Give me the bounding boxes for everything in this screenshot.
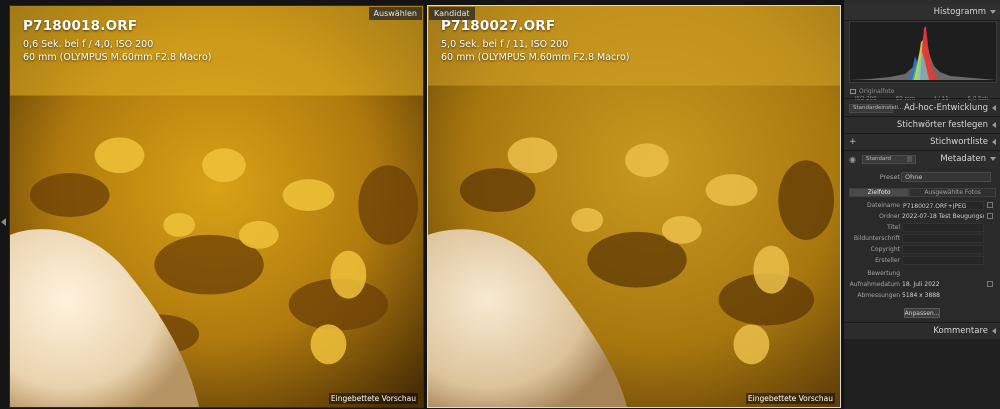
field-label: Copyright [870,246,900,253]
comments-header[interactable]: Kommentare [844,323,1000,339]
histogram-chart [850,26,996,80]
original-photo-label: Originalfoto [859,88,895,95]
photo-lens: 60 mm (OLYMPUS M.60mm F2.8 Macro) [23,52,212,63]
metadata-view-select[interactable]: Standard [861,154,916,164]
customize-button[interactable]: Anpassen... [904,308,940,318]
add-keyword-button[interactable]: + [849,137,857,147]
divider [844,98,1000,99]
right-panel: Histogramm ISO 200 60 mm f / 11 5,0 Sek.… [843,0,1000,409]
keywording-title: Stichwörter festlegen [896,120,988,130]
field-filename: Dateiname P7180027.ORF+JPEG [844,201,1000,211]
metadata-header[interactable]: ◉ Standard Metadaten [844,151,1000,167]
field-title: Titel [844,223,1000,233]
filename-input[interactable]: P7180027.ORF+JPEG [902,201,984,210]
photo-exposure: 0,6 Sek. bei f / 4,0, ISO 200 [23,39,154,50]
field-folder: Ordner 2022-07-18 Test Beugungsuns... [844,212,1000,222]
edit-icon[interactable] [987,202,993,208]
photo-exposure: 5,0 Sek. bei f / 11, ISO 200 [441,39,569,50]
select-badge: Auswählen [368,7,422,20]
field-label: Dateiname [866,202,900,209]
field-label: Bildunterschrift [853,235,900,242]
tab-selected-photos[interactable]: Ausgewählte Fotos [909,188,996,197]
collapse-icon [990,157,996,161]
keyword-list-header[interactable]: + Stichwortliste [844,134,1000,150]
embedded-preview-label: Eingebettete Vorschau [745,393,835,404]
checkbox-icon [850,89,856,94]
field-rating: Bewertung [844,269,1000,279]
field-label: Titel [887,224,900,231]
panel-empty-area [844,339,1000,409]
quick-develop-preset-select[interactable]: Standardeinstell... [849,103,903,113]
embedded-preview-label: Eingebettete Vorschau [328,393,418,404]
expand-icon [992,122,996,128]
quick-develop-preset-value: Standardeinstell... [853,105,904,111]
caption-input[interactable] [902,234,984,243]
keyword-list-title: Stichwortliste [930,137,988,147]
tab-target-photo[interactable]: Zielfoto [849,188,910,197]
photo-lens: 60 mm (OLYMPUS M.60mm F2.8 Macro) [441,52,630,63]
metadata-body: Preset Ohne Zielfoto Ausgewählte Fotos D… [844,167,1000,322]
folder-value: 2022-07-18 Test Beugungsuns... [902,213,984,220]
select-arrow-icon [906,156,912,162]
expand-icon [992,139,996,145]
dimensions-value: 5184 x 3888 [902,292,940,299]
photo-image [428,6,840,407]
quick-develop-title: Ad-hoc-Entwicklung [904,103,988,113]
photo-select[interactable]: Auswählen P7180018.ORF 0,6 Sek. bei f / … [9,5,424,408]
app-window: Auswählen P7180018.ORF 0,6 Sek. bei f / … [0,0,1000,409]
photo-filename: P7180027.ORF [441,18,556,34]
copyright-input[interactable] [902,245,984,254]
preset-select[interactable]: Ohne [901,172,991,182]
metadata-view-value: Standard [865,156,892,162]
metadata-tabs: Zielfoto Ausgewählte Fotos [849,188,996,197]
expand-icon [992,105,996,111]
compare-view: Auswählen P7180018.ORF 0,6 Sek. bei f / … [0,0,843,409]
comments-title: Kommentare [933,326,988,336]
field-dimensions: Abmessungen 5184 x 3888 [844,291,1000,301]
preset-label: Preset [879,173,900,181]
collapse-icon [990,10,996,14]
left-panel-toggle-icon[interactable] [1,218,6,226]
field-copyright: Copyright [844,245,1000,255]
field-label: Abmessungen [857,292,900,299]
field-label: Aufnahmedatum [849,281,900,288]
field-label: Ersteller [875,257,900,264]
photo-image [10,6,423,407]
field-capture-date: Aufnahmedatum 18. Juli 2022 [844,280,1000,290]
expand-icon [992,328,996,334]
title-input[interactable] [902,223,984,232]
metadata-preset-row: Preset Ohne [844,171,1000,183]
histogram-graph: ISO 200 60 mm f / 11 5,0 Sek. [849,21,997,102]
rating-value[interactable] [902,269,984,278]
capture-date-value: 18. Juli 2022 [902,281,940,288]
keywording-header[interactable]: Stichwörter festlegen [844,117,1000,133]
metadata-title: Metadaten [940,154,986,164]
edit-capture-time-icon[interactable] [987,281,993,287]
visibility-icon[interactable]: ◉ [849,155,856,164]
go-to-folder-icon[interactable] [987,213,993,219]
photo-filename: P7180018.ORF [23,18,138,34]
field-label: Ordner [879,213,900,220]
creator-input[interactable] [902,256,984,265]
histogram-title: Histogramm [933,7,986,17]
photo-candidate[interactable]: Kandidat P7180027.ORF 5,0 Sek. bei f / 1… [427,5,841,408]
field-caption: Bildunterschrift [844,234,1000,244]
quick-develop-header[interactable]: Standardeinstell... Ad-hoc-Entwicklung [844,100,1000,116]
original-photo-toggle[interactable]: Originalfoto [850,88,894,95]
field-creator: Ersteller [844,256,1000,266]
field-label: Bewertung [867,270,900,277]
histogram-header[interactable]: Histogramm [844,4,1000,21]
